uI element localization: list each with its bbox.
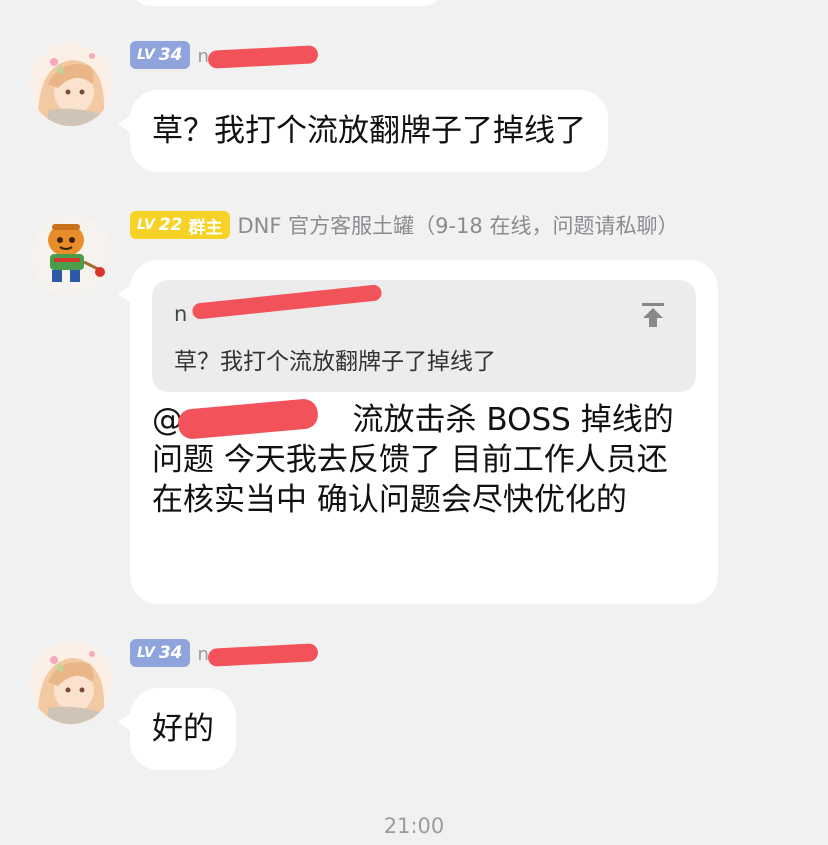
previous-message-bubble[interactable]	[132, 0, 442, 6]
message-meta: LV 22 群主 DNF 官方客服土罐（9-18 在线，问题请私聊）	[130, 210, 678, 240]
sender-name-redacted[interactable]: n	[197, 640, 318, 667]
message-meta: LV 34 n	[130, 638, 318, 668]
sender-name-fragment: n	[197, 46, 209, 67]
level-prefix: LV	[137, 217, 155, 233]
sender-name-fragment: n	[197, 644, 209, 665]
level-badge: LV 22 群主	[130, 211, 230, 239]
quote-sender: n	[174, 302, 188, 326]
level-number: 22	[158, 215, 183, 235]
level-badge: LV 34	[130, 41, 190, 69]
sender-name-redacted[interactable]: n	[197, 42, 318, 69]
mention[interactable]: @n	[152, 397, 320, 441]
pin-to-top-icon[interactable]	[638, 300, 668, 330]
level-number: 34	[158, 45, 183, 65]
message-text: @n 流放击杀 BOSS 掉线的问题 今天我去反馈了 目前工作人员还在核实当中 …	[152, 397, 692, 520]
message-bubble[interactable]: 草？我打个流放翻牌子了掉线了	[118, 90, 608, 172]
avatar-anime-girl-icon	[30, 642, 112, 724]
message-bubble[interactable]: 好的	[118, 688, 236, 770]
level-prefix: LV	[137, 47, 155, 63]
level-number: 34	[158, 643, 183, 663]
chat-window: LV 34 n 草？我打个流放翻牌子了掉线了 LV 22 群主 DNF 官方客服…	[0, 0, 828, 845]
quoted-reply[interactable]: n 草？我打个流放翻牌子了掉线了	[152, 280, 696, 392]
redaction-scribble	[191, 284, 383, 320]
quote-text: 草？我打个流放翻牌子了掉线了	[174, 349, 496, 375]
level-badge: LV 34	[130, 639, 190, 667]
timestamp: 21:00	[383, 814, 445, 838]
avatar-anime-girl-icon	[30, 44, 112, 126]
avatar-clay-jar-mascot-icon	[30, 214, 112, 296]
redaction-scribble	[207, 45, 318, 69]
redaction-scribble	[207, 643, 318, 667]
message-bubble[interactable]: n 草？我打个流放翻牌子了掉线了 @n 流放击杀 BOSS 掉线的问题 今天我去…	[118, 260, 718, 604]
avatar[interactable]	[30, 642, 112, 724]
level-prefix: LV	[137, 645, 155, 661]
avatar[interactable]	[30, 214, 112, 296]
sender-name[interactable]: DNF 官方客服土罐（9-18 在线，问题请私聊）	[238, 210, 679, 240]
message-text: 草？我打个流放翻牌子了掉线了	[152, 113, 586, 149]
message-text: 好的	[152, 711, 214, 747]
group-owner-badge: 群主	[188, 217, 223, 238]
avatar[interactable]	[30, 44, 112, 126]
message-meta: LV 34 n	[130, 40, 318, 70]
